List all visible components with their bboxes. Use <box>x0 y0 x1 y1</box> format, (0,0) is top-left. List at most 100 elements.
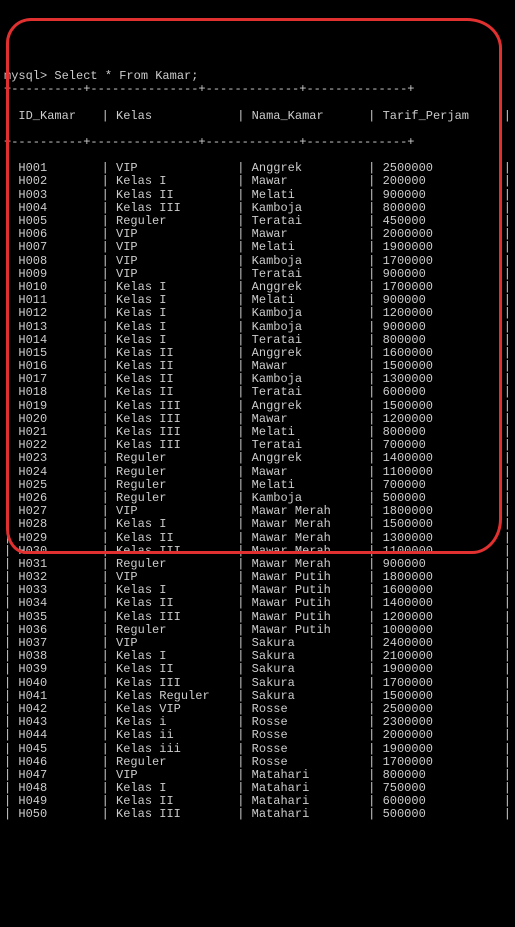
cell-id: H040 <box>18 677 94 690</box>
table-row: | H049 | Kelas II | Matahari | 600000 | <box>4 795 511 808</box>
cell-id: H048 <box>18 782 94 795</box>
cell-nama: Matahari <box>252 795 361 808</box>
cell-id: H050 <box>18 808 94 821</box>
cell-kelas: Kelas I <box>116 175 230 188</box>
cell-tarif: 900000 <box>383 189 497 202</box>
cell-tarif: 1700000 <box>383 677 497 690</box>
cell-id: H008 <box>18 255 94 268</box>
cell-nama: Mawar Putih <box>252 611 361 624</box>
cell-nama: Matahari <box>252 808 361 821</box>
cell-kelas: Kelas II <box>116 597 230 610</box>
cell-id: H013 <box>18 321 94 334</box>
cell-kelas: Kelas I <box>116 650 230 663</box>
cell-nama: Sakura <box>252 663 361 676</box>
table-row: | H014 | Kelas I | Teratai | 800000 | <box>4 334 511 347</box>
cell-id: H014 <box>18 334 94 347</box>
cell-id: H025 <box>18 479 94 492</box>
cell-kelas: Reguler <box>116 479 230 492</box>
cell-kelas: VIP <box>116 268 230 281</box>
cell-kelas: Kelas II <box>116 386 230 399</box>
cell-tarif: 1900000 <box>383 663 497 676</box>
cell-nama: Anggrek <box>252 452 361 465</box>
table-row: | H030 | Kelas III | Mawar Merah | 11000… <box>4 545 511 558</box>
cell-tarif: 1400000 <box>383 597 497 610</box>
cell-nama: Matahari <box>252 769 361 782</box>
table-row: | H012 | Kelas I | Kamboja | 1200000 | <box>4 307 511 320</box>
cell-tarif: 900000 <box>383 268 497 281</box>
cell-nama: Kamboja <box>252 307 361 320</box>
cell-tarif: 1200000 <box>383 611 497 624</box>
cell-tarif: 750000 <box>383 782 497 795</box>
cell-nama: Melati <box>252 479 361 492</box>
cell-nama: Teratai <box>252 268 361 281</box>
cell-tarif: 1700000 <box>383 255 497 268</box>
cell-id: H046 <box>18 756 94 769</box>
table-row: | H018 | Kelas II | Teratai | 600000 | <box>4 386 511 399</box>
cell-kelas: VIP <box>116 255 230 268</box>
cell-id: H035 <box>18 611 94 624</box>
table-body: | H001 | VIP | Anggrek | 2500000 || H002… <box>4 162 511 821</box>
cell-id: H045 <box>18 743 94 756</box>
cell-kelas: Kelas ii <box>116 729 230 742</box>
cell-kelas: Kelas III <box>116 400 230 413</box>
cell-id: H043 <box>18 716 94 729</box>
cell-nama: Melati <box>252 189 361 202</box>
cell-id: H047 <box>18 769 94 782</box>
table-row: | H008 | VIP | Kamboja | 1700000 | <box>4 255 511 268</box>
cell-kelas: Kelas iii <box>116 743 230 756</box>
cell-tarif: 600000 <box>383 795 497 808</box>
cell-nama: Teratai <box>252 334 361 347</box>
table-row: | H029 | Kelas II | Mawar Merah | 130000… <box>4 532 511 545</box>
cell-id: H007 <box>18 241 94 254</box>
cell-nama: Kamboja <box>252 255 361 268</box>
table-border-top: +----------+---------------+------------… <box>4 83 511 96</box>
cell-kelas: Kelas Reguler <box>116 690 230 703</box>
table-row: | H041 | Kelas Reguler | Sakura | 150000… <box>4 690 511 703</box>
cell-nama: Sakura <box>252 677 361 690</box>
table-row: | H045 | Kelas iii | Rosse | 1900000 | <box>4 743 511 756</box>
cell-id: H042 <box>18 703 94 716</box>
cell-tarif: 800000 <box>383 334 497 347</box>
cell-kelas: Kelas III <box>116 808 230 821</box>
table-row: | H013 | Kelas I | Kamboja | 900000 | <box>4 321 511 334</box>
table-row: | H039 | Kelas II | Sakura | 1900000 | <box>4 663 511 676</box>
cell-kelas: Reguler <box>116 756 230 769</box>
cell-kelas: Kelas VIP <box>116 703 230 716</box>
table-row: | H048 | Kelas I | Matahari | 750000 | <box>4 782 511 795</box>
cell-kelas: Kelas III <box>116 611 230 624</box>
table-row: | H046 | Reguler | Rosse | 1700000 | <box>4 756 511 769</box>
cell-tarif: 1100000 <box>383 545 497 558</box>
cell-id: H009 <box>18 268 94 281</box>
cell-id: H034 <box>18 597 94 610</box>
cell-nama: Teratai <box>252 386 361 399</box>
cell-nama: Anggrek <box>252 400 361 413</box>
cell-nama: Matahari <box>252 782 361 795</box>
table-row: | H007 | VIP | Melati | 1900000 | <box>4 241 511 254</box>
cell-kelas: Kelas II <box>116 663 230 676</box>
cell-kelas: Kelas I <box>116 518 230 531</box>
cell-kelas: Kelas III <box>116 545 230 558</box>
sql-prompt: mysql> Select * From Kamar; <box>4 69 198 83</box>
cell-nama: Rosse <box>252 756 361 769</box>
cell-kelas: Kelas II <box>116 795 230 808</box>
table-row: | H047 | VIP | Matahari | 800000 | <box>4 769 511 782</box>
cell-id: H024 <box>18 466 94 479</box>
cell-id: H030 <box>18 545 94 558</box>
table-row: | H028 | Kelas I | Mawar Merah | 1500000… <box>4 518 511 531</box>
cell-tarif: 1900000 <box>383 241 497 254</box>
cell-kelas: Kelas I <box>116 334 230 347</box>
cell-nama: Mawar <box>252 175 361 188</box>
table-row: | H040 | Kelas III | Sakura | 1700000 | <box>4 677 511 690</box>
cell-kelas: Kelas I <box>116 782 230 795</box>
cell-id: H038 <box>18 650 94 663</box>
cell-id: H002 <box>18 175 94 188</box>
cell-tarif: 200000 <box>383 175 497 188</box>
table-row: | H050 | Kelas III | Matahari | 500000 | <box>4 808 511 821</box>
cell-tarif: 1200000 <box>383 307 497 320</box>
cell-nama: Mawar Merah <box>252 532 361 545</box>
cell-nama: Rosse <box>252 703 361 716</box>
cell-nama: Melati <box>252 241 361 254</box>
cell-tarif: 2300000 <box>383 716 497 729</box>
cell-tarif: 900000 <box>383 321 497 334</box>
table-row: | H024 | Reguler | Mawar | 1100000 | <box>4 466 511 479</box>
